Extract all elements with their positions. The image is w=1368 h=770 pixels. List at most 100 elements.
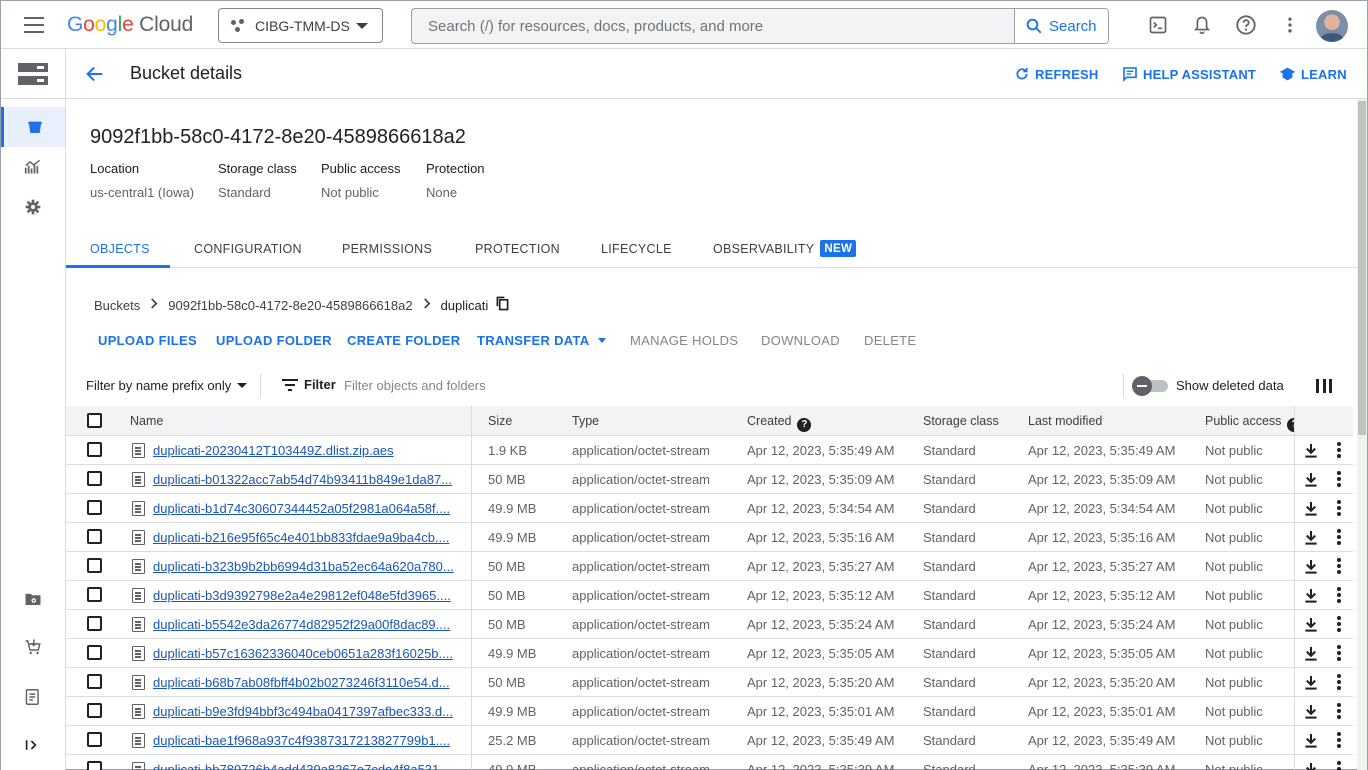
table-row[interactable]: duplicati-b5542e3da26774d82952f29a00f8da… [66, 610, 1353, 639]
row-checkbox[interactable] [87, 529, 102, 544]
monitoring-icon[interactable] [1, 147, 65, 187]
copy-icon[interactable] [496, 296, 509, 314]
tab-protection[interactable]: PROTECTION [475, 242, 560, 256]
more-vert-icon[interactable] [1337, 529, 1341, 545]
tab-configuration[interactable]: CONFIGURATION [194, 242, 302, 256]
object-name-link[interactable]: duplicati-b3d9392798e2a4e29812ef048e5fd3… [153, 588, 456, 603]
table-row[interactable]: duplicati-b323b9b2bb6994d31ba52ec64a620a… [66, 552, 1353, 581]
breadcrumb-bucket[interactable]: 9092f1bb-58c0-4172-8e20-4589866618a2 [168, 298, 412, 313]
object-name-link[interactable]: duplicati-bae1f968a937c4f938731721382779… [153, 733, 456, 748]
help-icon[interactable] [1234, 13, 1258, 37]
filter-input[interactable] [344, 375, 844, 395]
more-vert-icon[interactable] [1278, 13, 1302, 37]
more-vert-icon[interactable] [1337, 616, 1341, 632]
row-checkbox[interactable] [87, 616, 102, 631]
bell-icon[interactable] [1190, 13, 1214, 37]
object-name-link[interactable]: duplicati-bb789726b4add439a8267e7cde4f8a… [153, 762, 456, 770]
search-input[interactable] [412, 9, 1015, 43]
object-name-link[interactable]: duplicati-b57c16362336040ceb0651a283f160… [153, 646, 456, 661]
table-row[interactable]: duplicati-bae1f968a937c4f938731721382779… [66, 726, 1353, 755]
download-icon[interactable] [1304, 472, 1318, 487]
download-icon[interactable] [1304, 530, 1318, 545]
col-created[interactable]: Created? [747, 414, 812, 432]
download-icon[interactable] [1304, 501, 1318, 516]
select-all-checkbox[interactable] [87, 413, 102, 428]
object-name-link[interactable]: duplicati-b323b9b2bb6994d31ba52ec64a620a… [153, 559, 456, 574]
download-icon[interactable] [1304, 733, 1318, 748]
more-vert-icon[interactable] [1337, 558, 1341, 574]
more-vert-icon[interactable] [1337, 761, 1341, 770]
manage-holds-button[interactable]: MANAGE HOLDS [630, 333, 738, 348]
avatar[interactable] [1316, 10, 1348, 42]
table-row[interactable]: duplicati-b3d9392798e2a4e29812ef048e5fd3… [66, 581, 1353, 610]
refresh-button[interactable]: REFRESH [1014, 66, 1099, 82]
breadcrumb-buckets[interactable]: Buckets [94, 298, 140, 313]
row-checkbox[interactable] [87, 471, 102, 486]
learn-button[interactable]: LEARN [1279, 66, 1347, 82]
back-arrow-icon[interactable] [84, 63, 106, 85]
more-vert-icon[interactable] [1337, 587, 1341, 603]
help-assistant-button[interactable]: HELP ASSISTANT [1122, 66, 1256, 82]
more-vert-icon[interactable] [1337, 442, 1341, 458]
project-picker[interactable]: CIBG-TMM-DS [218, 8, 383, 43]
page-scrollbar[interactable] [1357, 99, 1367, 770]
filter-prefix-dropdown[interactable]: Filter by name prefix only [86, 378, 248, 393]
help-icon[interactable]: ? [797, 418, 812, 432]
object-name-link[interactable]: duplicati-b68b7ab08fbff4b02b0273246f3110… [153, 675, 456, 690]
menu-icon[interactable] [23, 15, 45, 35]
marketplace-icon[interactable] [1, 627, 65, 667]
filter-button[interactable]: Filter [282, 377, 336, 392]
more-vert-icon[interactable] [1337, 645, 1341, 661]
storage-icon[interactable] [1, 49, 65, 99]
search-button[interactable]: Search [1014, 9, 1108, 43]
col-name[interactable]: Name [130, 414, 163, 428]
table-row[interactable]: duplicati-b1d74c30607344452a05f2981a064a… [66, 494, 1353, 523]
upload-folder-button[interactable]: UPLOAD FOLDER [216, 333, 332, 348]
row-checkbox[interactable] [87, 761, 102, 770]
row-checkbox[interactable] [87, 703, 102, 718]
google-cloud-logo[interactable]: Google Cloud [67, 13, 193, 37]
more-vert-icon[interactable] [1337, 732, 1341, 748]
row-checkbox[interactable] [87, 587, 102, 602]
tab-permissions[interactable]: PERMISSIONS [342, 242, 432, 256]
more-vert-icon[interactable] [1337, 500, 1341, 516]
col-size[interactable]: Size [488, 414, 512, 428]
row-checkbox[interactable] [87, 558, 102, 573]
more-vert-icon[interactable] [1337, 674, 1341, 690]
col-type[interactable]: Type [572, 414, 599, 428]
transfer-data-button[interactable]: TRANSFER DATA [477, 333, 607, 348]
create-folder-button[interactable]: CREATE FOLDER [347, 333, 460, 348]
table-row[interactable]: duplicati-20230412T103449Z.dlist.zip.aes… [66, 436, 1353, 465]
row-checkbox[interactable] [87, 732, 102, 747]
table-row[interactable]: duplicati-b57c16362336040ceb0651a283f160… [66, 639, 1353, 668]
release-notes-icon[interactable] [1, 677, 65, 717]
object-name-link[interactable]: duplicati-b216e95f65c4e401bb833fdae9a9ba… [153, 530, 456, 545]
object-name-link[interactable]: duplicati-20230412T103449Z.dlist.zip.aes [153, 443, 456, 458]
more-vert-icon[interactable] [1337, 703, 1341, 719]
download-button[interactable]: DOWNLOAD [761, 333, 840, 348]
table-row[interactable]: duplicati-b01322acc7ab54d74b93411b849e1d… [66, 465, 1353, 494]
download-icon[interactable] [1304, 559, 1318, 574]
download-icon[interactable] [1304, 704, 1318, 719]
object-name-link[interactable]: duplicati-b5542e3da26774d82952f29a00f8da… [153, 617, 456, 632]
table-row[interactable]: duplicati-b9e3fd94bbf3c494ba0417397afbec… [66, 697, 1353, 726]
col-public-access[interactable]: Public access? [1205, 414, 1295, 432]
terminal-icon[interactable] [1146, 13, 1170, 37]
download-icon[interactable] [1304, 646, 1318, 661]
bucket-icon[interactable] [1, 107, 65, 147]
tab-observability[interactable]: OBSERVABILITY NEW [713, 240, 857, 257]
tab-lifecycle[interactable]: LIFECYCLE [601, 242, 672, 256]
object-name-link[interactable]: duplicati-b9e3fd94bbf3c494ba0417397afbec… [153, 704, 456, 719]
delete-button[interactable]: DELETE [864, 333, 916, 348]
object-name-link[interactable]: duplicati-b1d74c30607344452a05f2981a064a… [153, 501, 456, 516]
download-icon[interactable] [1304, 617, 1318, 632]
download-icon[interactable] [1304, 588, 1318, 603]
col-storage-class[interactable]: Storage class [923, 414, 999, 428]
download-icon[interactable] [1304, 675, 1318, 690]
tab-objects[interactable]: OBJECTS [90, 242, 150, 256]
row-checkbox[interactable] [87, 674, 102, 689]
upload-files-button[interactable]: UPLOAD FILES [98, 333, 197, 348]
expand-icon[interactable] [1, 725, 65, 765]
show-deleted-toggle[interactable] [1132, 376, 1168, 396]
table-row[interactable]: duplicati-bb789726b4add439a8267e7cde4f8a… [66, 755, 1353, 770]
